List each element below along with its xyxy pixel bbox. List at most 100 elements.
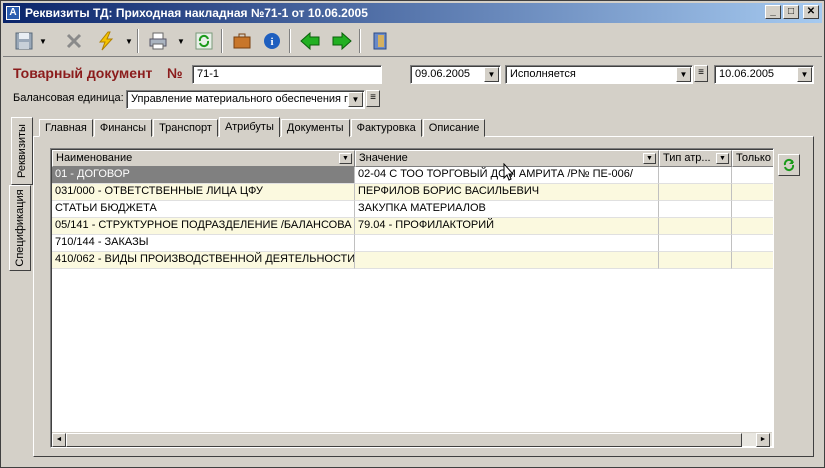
- close-button[interactable]: ✕: [803, 5, 819, 19]
- date1-value: 09.06.2005: [415, 68, 471, 80]
- table-row[interactable]: 05/141 - СТРУКТУРНОЕ ПОДРАЗДЕЛЕНИЕ /БАЛА…: [52, 218, 773, 235]
- scroll-left-icon[interactable]: ◄: [52, 433, 66, 447]
- status-dropdown-icon[interactable]: ▼: [676, 67, 691, 82]
- date1-dropdown-icon[interactable]: ▼: [484, 67, 499, 82]
- table-row[interactable]: 410/062 - ВИДЫ ПРОИЗВОДСТВЕННОЙ ДЕЯТЕЛЬН…: [52, 252, 773, 269]
- maximize-button[interactable]: □: [783, 5, 799, 19]
- cell-value[interactable]: ПЕРФИЛОВ БОРИС ВАСИЛЬЕВИЧ: [355, 184, 659, 201]
- cell-type[interactable]: [659, 184, 732, 201]
- app-icon: A: [6, 6, 20, 20]
- column-header-only-label: Только: [736, 152, 771, 164]
- cell-only[interactable]: [732, 235, 773, 252]
- column-header-type[interactable]: Тип атр... ▼: [659, 150, 732, 167]
- toolbar-separator: [137, 29, 139, 53]
- column-header-only[interactable]: Только: [732, 150, 773, 167]
- save-dropdown-icon[interactable]: ▼: [39, 37, 47, 46]
- column-header-value-label: Значение: [359, 152, 408, 164]
- action-dropdown-icon[interactable]: ▼: [125, 37, 133, 46]
- date2-field[interactable]: 10.06.2005 ▼: [714, 65, 814, 84]
- status-value: Исполняется: [510, 68, 576, 80]
- cell-name[interactable]: 01 - ДОГОВОР: [52, 167, 355, 184]
- status-menu-button[interactable]: ≡: [694, 65, 708, 82]
- save-icon[interactable]: [11, 28, 37, 54]
- column-value-filter-icon[interactable]: ▼: [643, 153, 656, 164]
- side-tab-specification[interactable]: Спецификация: [9, 185, 31, 271]
- table-row[interactable]: 01 - ДОГОВОР 02-04 С ТОО ТОРГОВЫЙ ДОМ АМ…: [52, 167, 773, 184]
- tab-transport[interactable]: Транспорт: [153, 119, 218, 137]
- table-row[interactable]: СТАТЬИ БЮДЖЕТА ЗАКУПКА МАТЕРИАЛОВ: [52, 201, 773, 218]
- cell-type[interactable]: [659, 167, 732, 184]
- cell-only[interactable]: [732, 201, 773, 218]
- cell-type[interactable]: [659, 201, 732, 218]
- print-dropdown-icon[interactable]: ▼: [177, 37, 185, 46]
- svg-text:i: i: [270, 36, 273, 48]
- cell-value[interactable]: [355, 252, 659, 269]
- exit-icon[interactable]: [367, 28, 393, 54]
- toolbar-separator: [359, 29, 361, 53]
- cell-value[interactable]: ЗАКУПКА МАТЕРИАЛОВ: [355, 201, 659, 218]
- horizontal-scrollbar[interactable]: ◄ ►: [52, 432, 772, 447]
- scroll-right-icon[interactable]: ►: [756, 433, 770, 447]
- column-header-name[interactable]: Наименование ▼: [52, 150, 355, 167]
- column-header-name-label: Наименование: [56, 152, 133, 164]
- column-type-filter-icon[interactable]: ▼: [716, 153, 729, 164]
- cell-name[interactable]: 031/000 - ОТВЕТСТВЕННЫЕ ЛИЦА ЦФУ: [52, 184, 355, 201]
- cell-only[interactable]: [732, 167, 773, 184]
- attributes-grid[interactable]: Наименование ▼ Значение ▼ Тип атр... ▼ Т…: [50, 148, 774, 448]
- table-row[interactable]: 710/144 - ЗАКАЗЫ: [52, 235, 773, 252]
- main-window: A Реквизиты ТД: Приходная накладная №71-…: [0, 0, 825, 468]
- cell-type[interactable]: [659, 218, 732, 235]
- briefcase-icon[interactable]: [229, 28, 255, 54]
- date2-dropdown-icon[interactable]: ▼: [797, 67, 812, 82]
- cell-only[interactable]: [732, 184, 773, 201]
- info-icon[interactable]: i: [259, 28, 285, 54]
- action-icon[interactable]: [93, 28, 119, 54]
- grid-refresh-icon[interactable]: [778, 154, 800, 176]
- toolbar-separator: [289, 29, 291, 53]
- tab-finance[interactable]: Финансы: [93, 119, 153, 137]
- tab-description[interactable]: Описание: [422, 119, 486, 137]
- cell-name[interactable]: 710/144 - ЗАКАЗЫ: [52, 235, 355, 252]
- cell-type[interactable]: [659, 252, 732, 269]
- scroll-thumb[interactable]: [66, 433, 742, 447]
- delete-icon[interactable]: [61, 28, 87, 54]
- back-icon[interactable]: [297, 28, 323, 54]
- side-tab-requisites[interactable]: Реквизиты: [11, 117, 33, 185]
- date2-value: 10.06.2005: [719, 68, 775, 80]
- date1-field[interactable]: 09.06.2005 ▼: [410, 65, 501, 84]
- cell-value[interactable]: [355, 235, 659, 252]
- side-tabs: Реквизиты Спецификация: [9, 117, 33, 457]
- side-tab-requisites-label: Реквизиты: [16, 124, 28, 178]
- cell-name[interactable]: СТАТЬИ БЮДЖЕТА: [52, 201, 355, 218]
- tab-invoicing[interactable]: Фактуровка: [350, 119, 422, 137]
- balance-unit-value: Управление материального обеспечения г: [131, 93, 349, 105]
- tab-documents[interactable]: Документы: [280, 119, 350, 137]
- table-row[interactable]: 031/000 - ОТВЕТСТВЕННЫЕ ЛИЦА ЦФУ ПЕРФИЛО…: [52, 184, 773, 201]
- doc-number-field[interactable]: 71-1: [192, 65, 382, 84]
- balance-unit-menu-button[interactable]: ≡: [366, 90, 380, 107]
- title-bar: A Реквизиты ТД: Приходная накладная №71-…: [3, 3, 822, 23]
- number-symbol: №: [167, 65, 183, 81]
- status-field[interactable]: Исполняется ▼: [505, 65, 693, 84]
- minimize-button[interactable]: _: [765, 5, 781, 19]
- forward-icon[interactable]: [329, 28, 355, 54]
- window-title: Реквизиты ТД: Приходная накладная №71-1 …: [25, 6, 368, 20]
- cell-name[interactable]: 05/141 - СТРУКТУРНОЕ ПОДРАЗДЕЛЕНИЕ /БАЛА…: [52, 218, 355, 235]
- balance-unit-field[interactable]: Управление материального обеспечения г ▼: [126, 90, 365, 109]
- cell-name[interactable]: 410/062 - ВИДЫ ПРОИЗВОДСТВЕННОЙ ДЕЯТЕЛЬН…: [52, 252, 355, 269]
- cell-only[interactable]: [732, 252, 773, 269]
- doc-label: Товарный документ: [13, 65, 153, 81]
- print-icon[interactable]: [145, 28, 171, 54]
- balance-unit-dropdown-icon[interactable]: ▼: [348, 92, 363, 107]
- tab-bar: Главная Финансы Транспорт Атрибуты Докум…: [39, 117, 486, 137]
- column-name-filter-icon[interactable]: ▼: [339, 153, 352, 164]
- refresh-icon[interactable]: [191, 28, 217, 54]
- cell-value[interactable]: 79.04 - ПРОФИЛАКТОРИЙ: [355, 218, 659, 235]
- cell-only[interactable]: [732, 218, 773, 235]
- tab-main[interactable]: Главная: [39, 119, 93, 137]
- toolbar-separator: [221, 29, 223, 53]
- tab-attributes[interactable]: Атрибуты: [218, 117, 280, 137]
- side-tab-specification-label: Спецификация: [14, 189, 26, 267]
- balance-unit-label: Балансовая единица:: [13, 92, 124, 104]
- cell-type[interactable]: [659, 235, 732, 252]
